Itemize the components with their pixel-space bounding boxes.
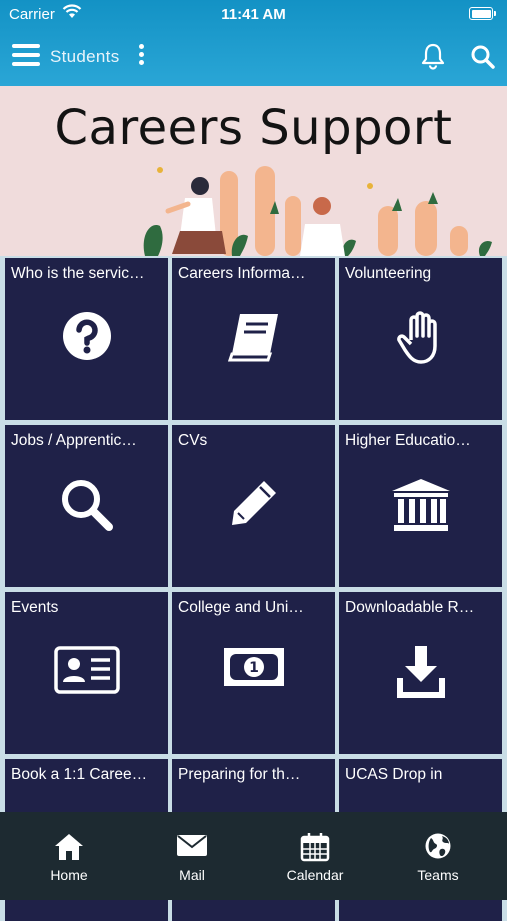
tile-college-and-university[interactable]: College and Uni… 1 — [172, 592, 335, 754]
tile-label: Who is the servic… — [11, 265, 145, 282]
tab-mail[interactable]: Mail — [129, 812, 255, 900]
tile-cvs[interactable]: CVs — [172, 425, 335, 587]
page-title: Students — [50, 47, 120, 66]
tile-jobs-apprenticeships[interactable]: Jobs / Apprentic… — [5, 425, 168, 587]
calendar-icon — [300, 833, 330, 862]
tile-events[interactable]: Events — [5, 592, 168, 754]
tab-home[interactable]: Home — [6, 812, 132, 900]
tab-teams[interactable]: Teams — [375, 812, 501, 900]
bell-icon[interactable] — [420, 42, 446, 70]
tile-label: CVs — [178, 432, 208, 449]
tile-downloadable-resources[interactable]: Downloadable R… — [339, 592, 502, 754]
more-options-icon[interactable] — [139, 44, 145, 68]
tile-volunteering[interactable]: Volunteering — [339, 258, 502, 420]
app-header: Carrier 11:41 AM Students — [0, 0, 507, 86]
tab-calendar[interactable]: Calendar — [252, 812, 378, 900]
search-icon[interactable] — [470, 44, 496, 70]
tile-label: Careers Informa… — [178, 265, 306, 282]
tile-label: Volunteering — [345, 265, 432, 282]
bottom-tab-bar: Home Mail Calendar Teams — [0, 812, 507, 900]
clock: 11:41 AM — [221, 6, 286, 23]
pencil-icon — [231, 481, 276, 525]
tile-label: College and Uni… — [178, 599, 304, 616]
hand-icon — [396, 311, 437, 364]
tile-higher-education[interactable]: Higher Educatio… — [339, 425, 502, 587]
svg-text:1: 1 — [249, 660, 259, 676]
toolbar: Students — [0, 38, 507, 78]
tile-careers-information[interactable]: Careers Informa… — [172, 258, 335, 420]
tile-label: Jobs / Apprentic… — [11, 432, 137, 449]
search-icon — [61, 480, 113, 531]
download-icon — [396, 646, 445, 698]
status-bar: Carrier 11:41 AM — [0, 0, 507, 30]
hamburger-menu-icon[interactable] — [12, 44, 40, 68]
tab-label: Calendar — [286, 867, 344, 883]
battery-icon — [469, 7, 496, 20]
tile-label: Preparing for th… — [178, 766, 301, 783]
id-card-icon — [53, 646, 120, 694]
globe-icon — [425, 833, 451, 859]
money-icon: 1 — [223, 648, 284, 686]
tab-label: Home — [50, 867, 88, 883]
tab-label: Mail — [179, 867, 205, 883]
tile-label: Downloadable R… — [345, 599, 475, 616]
banner-title: Careers Support — [54, 100, 453, 156]
tile-label: Events — [11, 599, 59, 616]
tab-label: Teams — [417, 867, 459, 883]
tile-label: Book a 1:1 Caree… — [11, 766, 148, 783]
home-icon — [55, 834, 83, 860]
book-icon — [227, 314, 278, 362]
tile-label: UCAS Drop in — [345, 766, 443, 783]
tile-label: Higher Educatio… — [345, 432, 471, 449]
tile-who-is-the-service[interactable]: Who is the servic… — [5, 258, 168, 420]
mail-icon — [177, 835, 207, 856]
institution-icon — [391, 479, 450, 531]
careers-banner: Careers Support — [0, 86, 507, 256]
question-icon — [62, 312, 111, 360]
